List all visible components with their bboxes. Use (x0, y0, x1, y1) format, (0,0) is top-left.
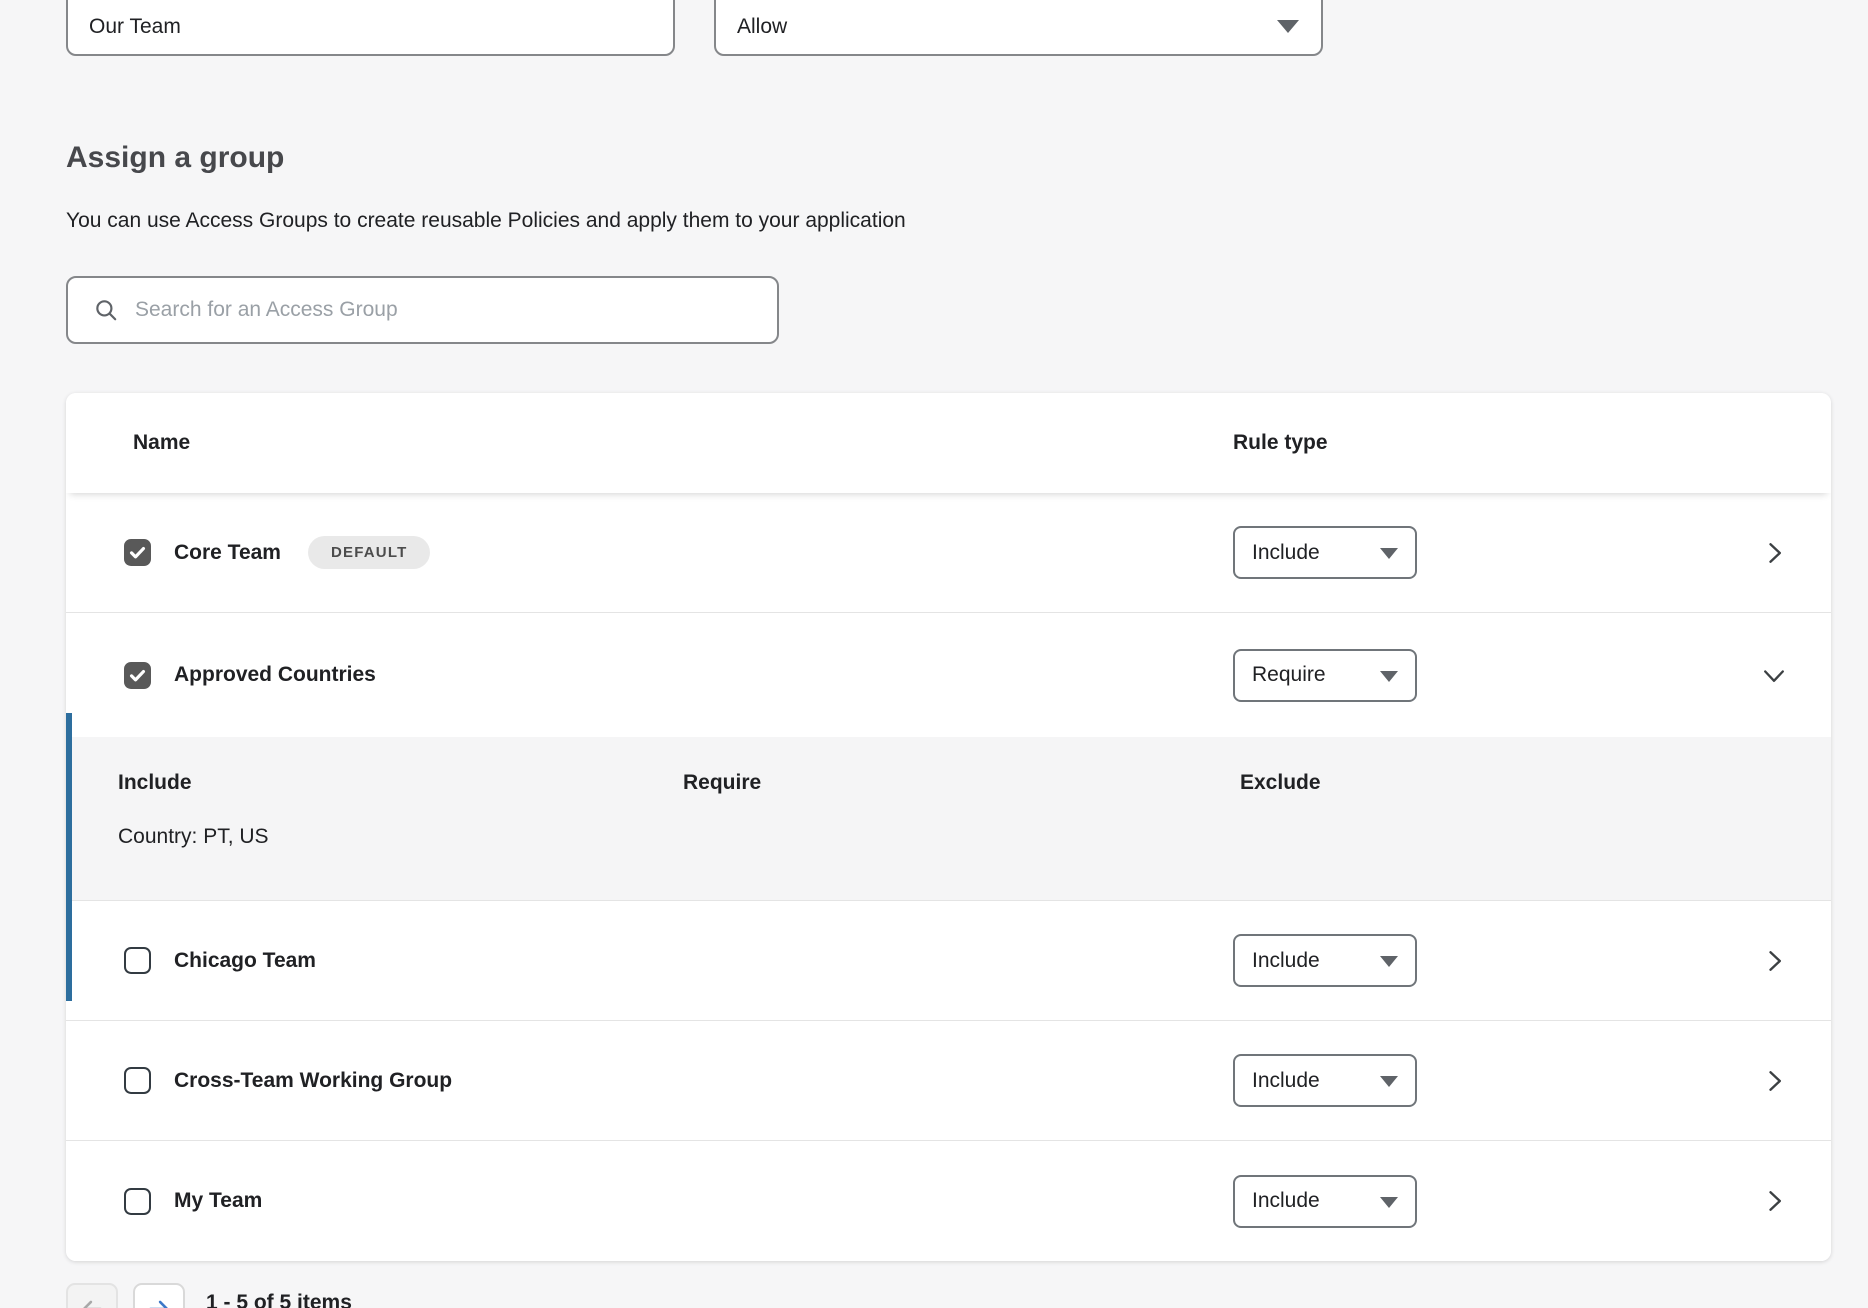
checkmark-icon (128, 666, 147, 685)
dropdown-arrow-icon (1277, 20, 1299, 33)
table-row[interactable]: Cross-Team Working Group Include (66, 1021, 1831, 1141)
checkmark-icon (128, 543, 147, 562)
selected-row-accent (66, 713, 72, 1001)
search-icon (93, 297, 119, 323)
chevron-right-icon[interactable] (1760, 539, 1788, 567)
search-input[interactable]: Search for an Access Group (135, 298, 398, 322)
rule-type-value: Require (1252, 663, 1326, 687)
column-header-name: Name (133, 431, 190, 455)
arrow-left-icon (79, 1296, 105, 1308)
chevron-down-icon[interactable] (1760, 661, 1788, 689)
rule-type-select[interactable]: Include (1233, 1054, 1417, 1107)
detail-column-exclude: Exclude (1240, 771, 1321, 795)
table-header: Name Rule type (66, 393, 1831, 493)
row-checkbox[interactable] (124, 1188, 151, 1215)
group-name: Core Team (174, 541, 281, 565)
action-select-value: Allow (737, 15, 787, 39)
rule-type-value: Include (1252, 949, 1320, 973)
row-checkbox[interactable] (124, 947, 151, 974)
row-checkbox[interactable] (124, 662, 151, 689)
include-rule-value: Country: PT, US (118, 825, 269, 849)
group-name: My Team (174, 1189, 262, 1213)
dropdown-arrow-icon (1380, 1197, 1398, 1208)
action-select[interactable]: Allow (714, 0, 1323, 56)
table-row[interactable]: My Team Include (66, 1141, 1831, 1261)
rule-type-select[interactable]: Include (1233, 1175, 1417, 1228)
access-groups-table: Name Rule type Core Team DEFAULT Include (66, 393, 1831, 1261)
pagination-summary: 1 - 5 of 5 items (206, 1291, 352, 1308)
table-row[interactable]: Approved Countries Require (66, 613, 1831, 737)
group-name: Cross-Team Working Group (174, 1069, 452, 1093)
detail-column-include: Include (118, 771, 192, 795)
rule-type-select[interactable]: Include (1233, 934, 1417, 987)
access-policy-page: Allow Assign a group You can use Access … (0, 0, 1868, 1308)
detail-column-require: Require (683, 771, 761, 795)
dropdown-arrow-icon (1380, 956, 1398, 967)
policy-name-input[interactable] (89, 15, 629, 39)
policy-name-field[interactable] (66, 0, 675, 56)
dropdown-arrow-icon (1380, 548, 1398, 559)
chevron-right-icon[interactable] (1760, 947, 1788, 975)
row-checkbox[interactable] (124, 1067, 151, 1094)
page-title: Assign a group (66, 141, 284, 175)
rule-type-select[interactable]: Require (1233, 649, 1417, 702)
dropdown-arrow-icon (1380, 1076, 1398, 1087)
chevron-right-icon[interactable] (1760, 1067, 1788, 1095)
group-rule-details: Include Require Exclude Country: PT, US (66, 737, 1831, 901)
rule-type-value: Include (1252, 1189, 1320, 1213)
arrow-right-icon (146, 1296, 172, 1308)
rule-type-select[interactable]: Include (1233, 526, 1417, 579)
dropdown-arrow-icon (1380, 671, 1398, 682)
column-header-rule-type: Rule type (1233, 431, 1328, 455)
access-group-search[interactable]: Search for an Access Group (66, 276, 779, 344)
pagination-prev-button[interactable] (66, 1283, 118, 1308)
section-description: You can use Access Groups to create reus… (66, 209, 906, 233)
table-row[interactable]: Chicago Team Include (66, 901, 1831, 1021)
default-badge: DEFAULT (308, 536, 430, 569)
pagination-next-button[interactable] (133, 1283, 185, 1308)
table-row[interactable]: Core Team DEFAULT Include (66, 493, 1831, 613)
group-name: Chicago Team (174, 949, 316, 973)
chevron-right-icon[interactable] (1760, 1187, 1788, 1215)
rule-type-value: Include (1252, 1069, 1320, 1093)
row-checkbox[interactable] (124, 539, 151, 566)
rule-type-value: Include (1252, 541, 1320, 565)
group-name: Approved Countries (174, 663, 376, 687)
